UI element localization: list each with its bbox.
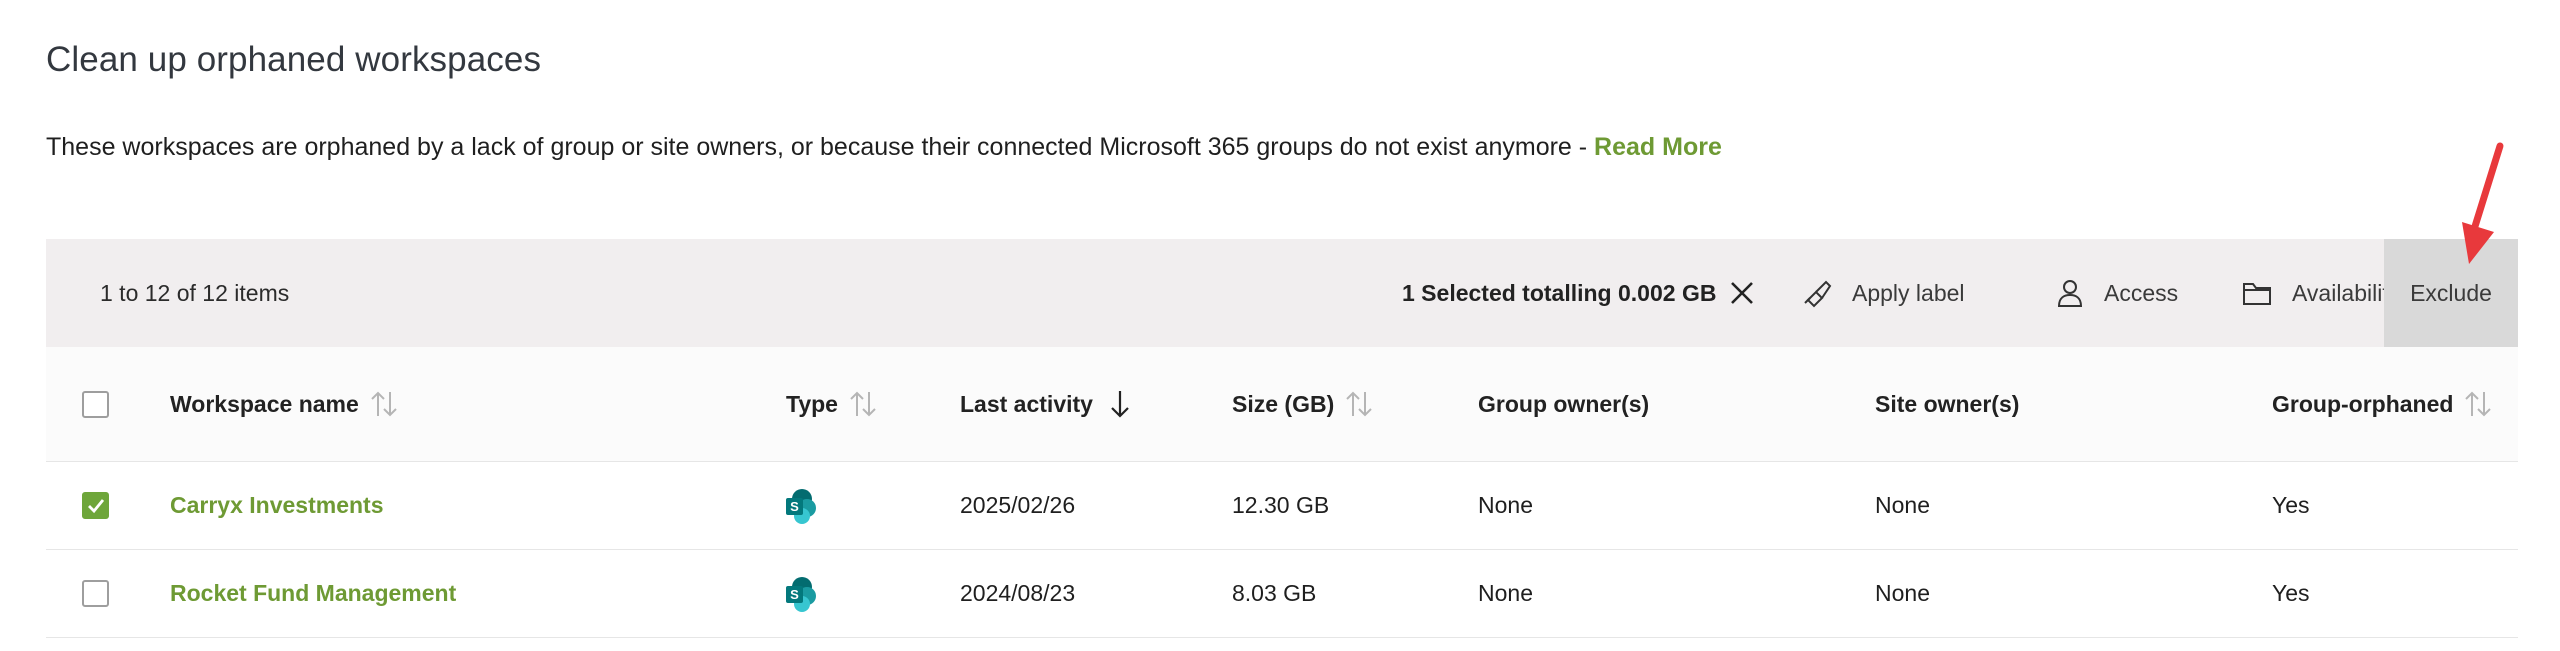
type-cell: S	[780, 462, 820, 549]
site-owners-cell: None	[1875, 580, 1930, 606]
user-icon	[2056, 278, 2084, 308]
exclude-text: Exclude	[2410, 279, 2492, 306]
clear-selection-icon[interactable]	[1728, 279, 1756, 307]
select-all-checkbox[interactable]	[82, 390, 109, 418]
header-group-owners: Group owner(s)	[1478, 347, 1649, 461]
table-header: Workspace name Type Last activity Size (…	[46, 347, 2518, 462]
sort-icon[interactable]	[369, 390, 399, 418]
sort-icon[interactable]	[2463, 390, 2493, 418]
page-title: Clean up orphaned workspaces	[46, 40, 542, 79]
selection-text: 1 Selected totalling 0.002 GB	[1402, 279, 1717, 306]
group-orphaned-cell: Yes	[2272, 580, 2310, 606]
item-count: 1 to 12 of 12 items	[100, 280, 290, 306]
apply-label-button[interactable]: Apply label	[1802, 239, 1965, 347]
group-owners-cell: None	[1478, 580, 1533, 606]
folder-icon	[2242, 280, 2272, 306]
exclude-button[interactable]: Exclude	[2384, 239, 2518, 347]
svg-text:S: S	[790, 587, 799, 602]
size-cell: 8.03 GB	[1232, 580, 1317, 606]
type-cell: S	[780, 550, 820, 637]
header-workspace-name-label: Workspace name	[170, 390, 359, 417]
header-group-orphaned-label: Group-orphaned	[2272, 390, 2454, 417]
header-type-label: Type	[786, 390, 838, 417]
row-checkbox[interactable]	[82, 580, 109, 607]
header-size[interactable]: Size (GB)	[1232, 347, 1374, 461]
sort-icon[interactable]	[848, 390, 878, 418]
header-type[interactable]: Type	[786, 347, 878, 461]
size-cell: 12.30 GB	[1232, 492, 1330, 518]
last-activity-cell: 2025/02/26	[960, 492, 1076, 518]
header-last-activity-label: Last activity	[960, 390, 1093, 417]
apply-label-text: Apply label	[1852, 279, 1965, 306]
read-more-link[interactable]: Read More	[1594, 133, 1722, 161]
selection-summary: 1 Selected totalling 0.002 GB	[1402, 239, 1756, 347]
workspace-name-link[interactable]: Carryx Investments	[170, 462, 384, 549]
table-toolbar: 1 to 12 of 12 items 1 Selected totalling…	[46, 239, 2518, 347]
workspace-name-link[interactable]: Rocket Fund Management	[170, 550, 456, 637]
label-brush-icon	[1802, 278, 1832, 308]
row-checkbox-checked[interactable]	[82, 492, 109, 519]
sharepoint-icon: S	[780, 486, 820, 526]
row-select-cell	[82, 462, 109, 549]
sort-icon[interactable]	[1344, 390, 1374, 418]
svg-text:S: S	[790, 499, 799, 514]
access-text: Access	[2104, 279, 2179, 306]
site-owners-cell: None	[1875, 492, 1930, 518]
group-owners-cell: None	[1478, 492, 1533, 518]
availability-button[interactable]: Availability	[2242, 239, 2400, 347]
access-button[interactable]: Access	[2056, 239, 2178, 347]
last-activity-cell: 2024/08/23	[960, 580, 1076, 606]
row-select-cell	[82, 550, 109, 637]
sharepoint-icon: S	[780, 574, 820, 614]
header-size-label: Size (GB)	[1232, 390, 1335, 417]
header-group-orphaned[interactable]: Group-orphaned	[2272, 347, 2493, 461]
header-workspace-name[interactable]: Workspace name	[170, 347, 399, 461]
header-site-owners: Site owner(s)	[1875, 347, 2019, 461]
group-orphaned-cell: Yes	[2272, 492, 2310, 518]
page-description: These workspaces are orphaned by a lack …	[46, 133, 1722, 162]
sort-descending-icon[interactable]	[1109, 389, 1131, 419]
header-group-owners-label: Group owner(s)	[1478, 390, 1650, 417]
select-all-cell	[82, 347, 109, 461]
header-site-owners-label: Site owner(s)	[1875, 390, 2020, 417]
header-last-activity[interactable]: Last activity	[960, 347, 1131, 461]
description-text: These workspaces are orphaned by a lack …	[46, 133, 1595, 161]
table-row[interactable]: Rocket Fund Management S 2024/08/23 8.03…	[46, 550, 2518, 638]
table-row[interactable]: Carryx Investments S 2025/02/26 12.30 GB…	[46, 462, 2518, 550]
